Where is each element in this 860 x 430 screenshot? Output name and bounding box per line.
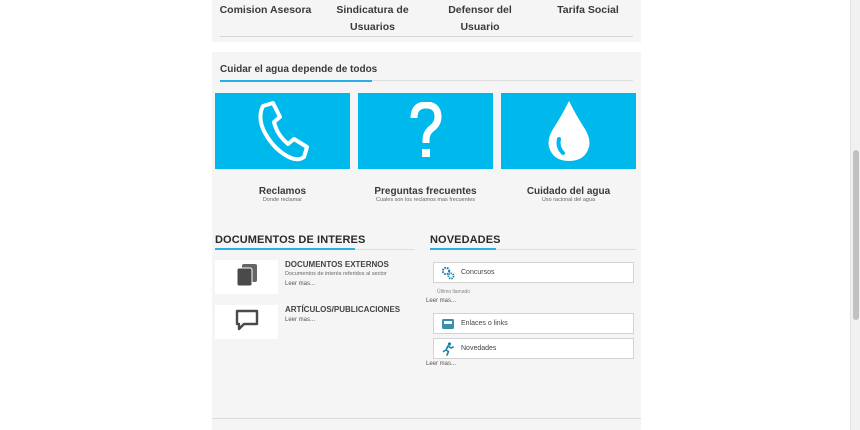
top-nav-panel: Comision Asesora Sindicatura de Usuarios… bbox=[212, 0, 641, 42]
preguntas-frecuentes-title: Preguntas frecuentes bbox=[374, 186, 477, 197]
nav-sindicatura-usuarios[interactable]: Sindicatura de Usuarios bbox=[330, 2, 415, 36]
documentos-externos-thumb[interactable] bbox=[215, 260, 278, 294]
articulos-publicaciones-read-more[interactable]: Leer mas... bbox=[285, 317, 315, 323]
reclamos-subtitle: Donde reclamar bbox=[262, 197, 303, 203]
bottom-divider bbox=[212, 418, 641, 419]
cuidado-agua-subtitle: Uso racional del agua bbox=[541, 197, 596, 203]
nav-tarifa-social[interactable]: Tarifa Social bbox=[548, 2, 628, 19]
news-item-novedades-label: Novedades bbox=[461, 345, 497, 352]
cuidado-agua-title: Cuidado del agua bbox=[526, 186, 611, 197]
articulos-publicaciones-title[interactable]: ARTÍCULOS/PUBLICACIONES bbox=[285, 305, 400, 314]
main-content-panel: Cuidar el agua depende de todos Reclamos… bbox=[212, 52, 641, 430]
news-item-concursos[interactable]: Concursos bbox=[433, 262, 634, 283]
folder-icon bbox=[235, 262, 259, 293]
vertical-scrollbar[interactable] bbox=[850, 0, 860, 430]
question-icon bbox=[410, 102, 442, 160]
news-item-enlaces-label: Enlaces o links bbox=[461, 320, 508, 327]
scrollbar-thumb[interactable] bbox=[853, 150, 859, 320]
phone-icon bbox=[255, 100, 311, 162]
documents-title-accent bbox=[215, 248, 355, 250]
inbox-icon bbox=[437, 317, 459, 330]
preguntas-frecuentes-subtitle: Cuales son los reclamos mas frecuentes bbox=[375, 197, 476, 203]
news-title-accent bbox=[430, 248, 496, 250]
articulos-publicaciones-thumb[interactable] bbox=[215, 305, 278, 339]
cuidado-agua-card[interactable] bbox=[501, 93, 636, 169]
top-nav-divider bbox=[220, 36, 633, 37]
news-item-concursos-label: Concursos bbox=[461, 269, 495, 276]
care-section-title: Cuidar el agua depende de todos bbox=[220, 64, 378, 75]
running-person-icon bbox=[437, 341, 459, 356]
preguntas-frecuentes-card[interactable] bbox=[358, 93, 493, 169]
care-title-accent bbox=[220, 80, 372, 82]
news-heading: NOVEDADES bbox=[430, 234, 501, 246]
documents-heading: DOCUMENTOS DE INTERES bbox=[215, 234, 366, 246]
documentos-externos-read-more[interactable]: Leer mas... bbox=[285, 281, 315, 287]
nav-comision-asesora[interactable]: Comision Asesora bbox=[218, 2, 313, 19]
gears-icon bbox=[437, 266, 459, 280]
news-read-more-1[interactable]: Leer mas... bbox=[426, 298, 456, 304]
speech-bubble-icon bbox=[234, 308, 260, 337]
last-call-note: Último llamado bbox=[437, 289, 471, 295]
nav-defensor-usuario[interactable]: Defensor del Usuario bbox=[429, 2, 531, 36]
news-read-more-2[interactable]: Leer mas... bbox=[426, 361, 456, 367]
water-drop-icon bbox=[545, 99, 593, 163]
news-item-enlaces[interactable]: Enlaces o links bbox=[433, 313, 634, 334]
news-item-novedades[interactable]: Novedades bbox=[433, 338, 634, 359]
documentos-externos-desc: Documentos de interés referidos al secto… bbox=[285, 271, 387, 277]
documentos-externos-title[interactable]: DOCUMENTOS EXTERNOS bbox=[285, 260, 389, 269]
reclamos-title: Reclamos bbox=[258, 186, 307, 197]
reclamos-card[interactable] bbox=[215, 93, 350, 169]
